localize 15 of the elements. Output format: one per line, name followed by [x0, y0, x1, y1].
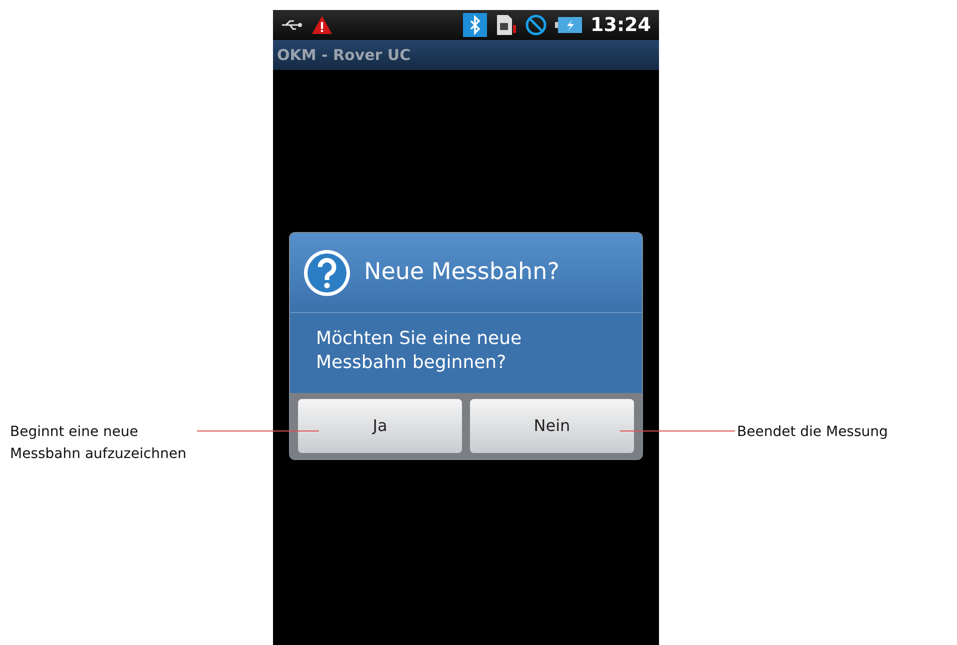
annotation-text: Beginnt eine neue Messbahn aufzuzeichnen	[10, 423, 188, 464]
bluetooth-icon	[462, 13, 487, 37]
dialog-message: Möchten Sie eine neue Messbahn beginnen?	[315, 327, 523, 375]
status-time: 13:24	[590, 12, 651, 38]
usb-icon	[281, 19, 303, 31]
blocked-icon	[524, 14, 547, 36]
warning-icon	[311, 15, 333, 35]
sim-card-icon	[494, 13, 517, 37]
dialog-button[interactable]: Nein	[470, 399, 634, 453]
app-title: OKM - Rover UC	[277, 44, 411, 66]
dialog-title: Neue Messbahn?	[364, 258, 560, 288]
battery-charging-icon	[554, 16, 583, 34]
annotation-text: Beendet die Messung	[737, 423, 888, 442]
question-icon	[302, 248, 352, 298]
dialog-button[interactable]: Ja	[298, 399, 462, 453]
